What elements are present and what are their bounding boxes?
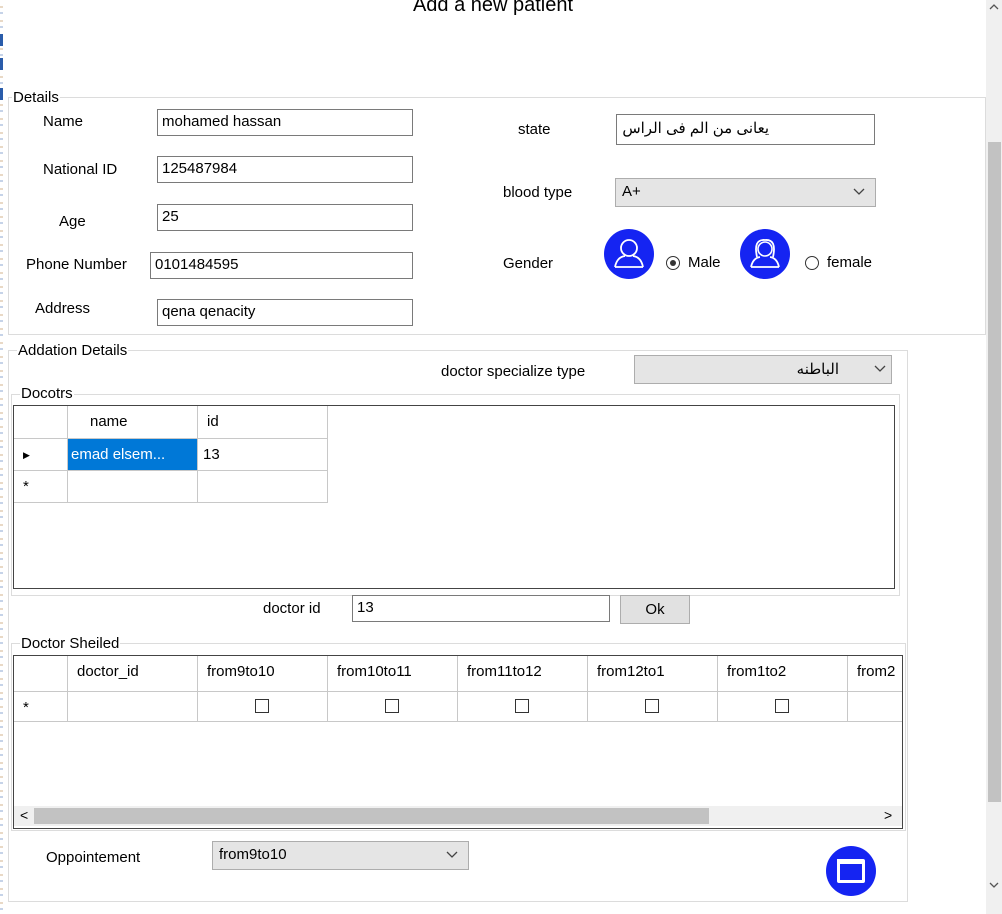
doctors-grid[interactable]: name id ▶ emad elsem... 13 * bbox=[13, 405, 895, 589]
schedule-cell-from11to12[interactable] bbox=[458, 692, 588, 722]
blood-type-dropdown[interactable]: A+ bbox=[615, 178, 876, 207]
new-row-id-cell[interactable] bbox=[198, 471, 328, 503]
horizontal-scrollbar[interactable]: < > bbox=[14, 806, 902, 826]
schedule-col-from11to12[interactable]: from11to12 bbox=[458, 656, 588, 692]
schedule-col-from12to1[interactable]: from12to1 bbox=[588, 656, 718, 692]
new-row-marker[interactable]: * bbox=[14, 692, 68, 722]
schedule-cell-from2[interactable] bbox=[848, 692, 902, 722]
address-label: Address bbox=[35, 300, 91, 317]
scroll-down-arrow-icon[interactable] bbox=[988, 880, 1000, 890]
name-field[interactable]: mohamed hassan bbox=[157, 109, 413, 136]
gender-female-radio[interactable] bbox=[805, 256, 819, 270]
schedule-cell-from1to2[interactable] bbox=[718, 692, 848, 722]
female-avatar-icon bbox=[740, 229, 790, 279]
gender-male-radio[interactable] bbox=[666, 256, 680, 270]
doctor-id-cell[interactable]: 13 bbox=[198, 439, 328, 471]
doctor-specialize-value: الباطنه bbox=[796, 361, 839, 378]
grid-corner-cell bbox=[14, 406, 68, 439]
from12to1-checkbox[interactable] bbox=[645, 699, 659, 713]
national-id-label: National ID bbox=[43, 161, 118, 178]
doctors-col-id[interactable]: id bbox=[198, 406, 328, 439]
doctor-schedule-label: Doctor Sheiled bbox=[20, 635, 121, 652]
doctor-schedule-grid[interactable]: doctor_id from9to10 from10to11 from11to1… bbox=[13, 655, 903, 829]
schedule-col-from9to10[interactable]: from9to10 bbox=[198, 656, 328, 692]
grid-corner-cell bbox=[14, 656, 68, 692]
name-label: Name bbox=[43, 113, 84, 130]
age-field[interactable]: 25 bbox=[157, 204, 413, 231]
chevron-down-icon bbox=[874, 365, 886, 372]
vertical-scroll-thumb[interactable] bbox=[988, 142, 1001, 802]
schedule-doctor-id-cell[interactable] bbox=[68, 692, 198, 722]
scroll-up-arrow-icon[interactable] bbox=[988, 2, 1000, 12]
new-row-marker[interactable]: * bbox=[14, 471, 68, 503]
blood-type-label: blood type bbox=[503, 184, 573, 201]
chevron-down-icon bbox=[446, 851, 458, 858]
blood-type-value: A+ bbox=[622, 183, 641, 200]
left-window-edge bbox=[0, 0, 3, 914]
doctor-specialize-label: doctor specialize type bbox=[441, 363, 586, 380]
gender-female-label[interactable]: female bbox=[827, 254, 872, 271]
ok-button[interactable]: Ok bbox=[620, 595, 690, 624]
row-pointer-icon[interactable]: ▶ bbox=[14, 439, 68, 471]
edge-marker bbox=[0, 88, 3, 100]
doctor-id-label: doctor id bbox=[263, 600, 321, 617]
appointment-value: from9to10 bbox=[219, 846, 287, 863]
schedule-col-from10to11[interactable]: from10to11 bbox=[328, 656, 458, 692]
doctors-col-name[interactable]: name bbox=[68, 406, 198, 439]
user-avatar-icon bbox=[604, 229, 654, 279]
doctor-id-field[interactable]: 13 bbox=[352, 595, 610, 622]
schedule-cell-from10to11[interactable] bbox=[328, 692, 458, 722]
details-group-label: Details bbox=[12, 89, 60, 106]
chevron-down-icon bbox=[853, 188, 865, 195]
from1to2-checkbox[interactable] bbox=[775, 699, 789, 713]
appointment-label: Oppointement bbox=[46, 849, 141, 866]
gender-male-label[interactable]: Male bbox=[688, 254, 721, 271]
age-label: Age bbox=[59, 213, 86, 230]
schedule-cell-from12to1[interactable] bbox=[588, 692, 718, 722]
gender-label: Gender bbox=[503, 255, 554, 272]
horizontal-scroll-thumb[interactable] bbox=[34, 808, 709, 824]
schedule-col-doctor-id[interactable]: doctor_id bbox=[68, 656, 198, 692]
state-field[interactable]: يعانى من الم فى الراس bbox=[616, 114, 875, 145]
phone-number-field[interactable]: 0101484595 bbox=[150, 252, 413, 279]
from10to11-checkbox[interactable] bbox=[385, 699, 399, 713]
national-id-field[interactable]: 125487984 bbox=[157, 156, 413, 183]
folder-save-icon[interactable] bbox=[823, 845, 879, 897]
appointment-dropdown[interactable]: from9to10 bbox=[212, 841, 469, 870]
edge-marker bbox=[0, 58, 3, 70]
edge-marker bbox=[0, 34, 3, 46]
scroll-right-arrow[interactable]: > bbox=[884, 807, 892, 823]
phone-number-label: Phone Number bbox=[26, 256, 127, 273]
state-label: state bbox=[518, 121, 551, 138]
schedule-col-from2[interactable]: from2 bbox=[848, 656, 902, 692]
from9to10-checkbox[interactable] bbox=[255, 699, 269, 713]
window-title: Add a new patient bbox=[412, 0, 574, 16]
address-field[interactable]: qena qenacity bbox=[157, 299, 413, 326]
schedule-col-from1to2[interactable]: from1to2 bbox=[718, 656, 848, 692]
doctor-name-cell[interactable]: emad elsem... bbox=[68, 439, 198, 471]
doctors-group-label: Docotrs bbox=[20, 385, 74, 402]
scroll-left-arrow[interactable]: < bbox=[20, 807, 28, 823]
schedule-cell-from9to10[interactable] bbox=[198, 692, 328, 722]
additional-details-label: Addation Details bbox=[17, 342, 129, 359]
from11to12-checkbox[interactable] bbox=[515, 699, 529, 713]
new-row-name-cell[interactable] bbox=[68, 471, 198, 503]
doctor-specialize-dropdown[interactable]: الباطنه bbox=[634, 355, 892, 384]
